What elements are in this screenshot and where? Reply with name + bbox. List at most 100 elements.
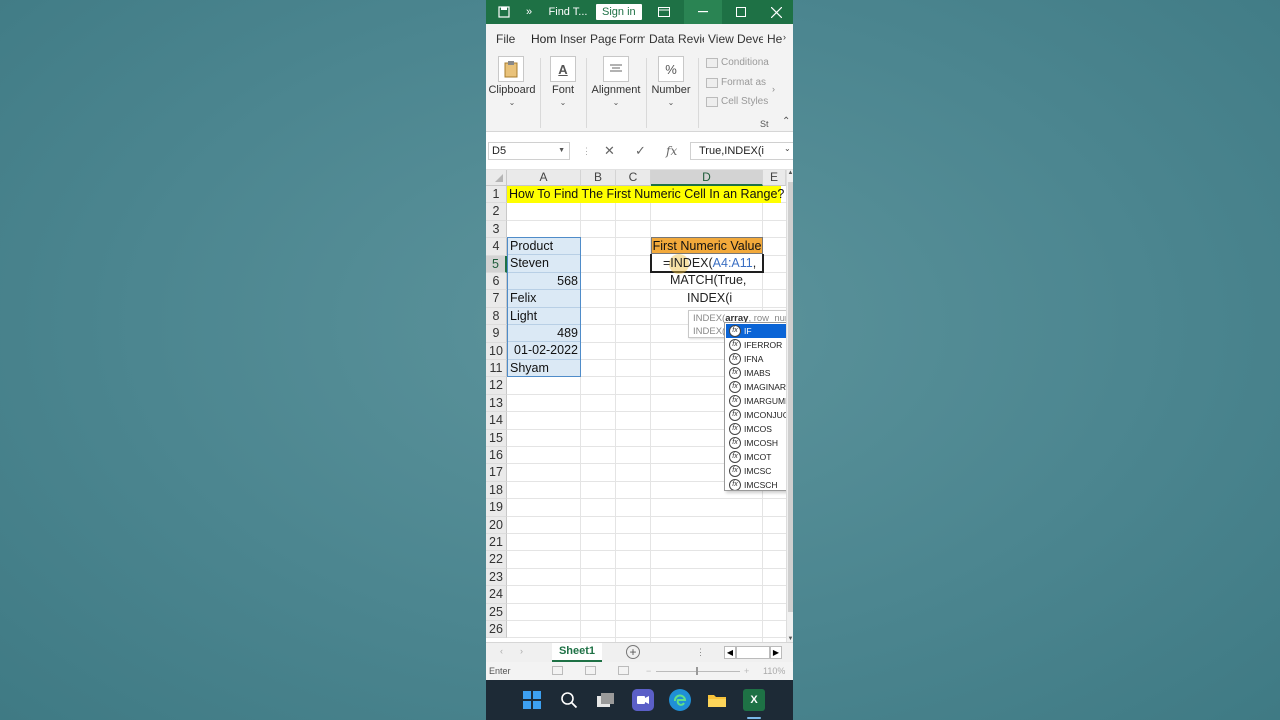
autocomplete-item[interactable]: fxIMCONJUGATE — [726, 408, 793, 422]
name-box[interactable]: D5 ▼ — [488, 142, 570, 160]
scroll-up-icon[interactable]: ▲ — [787, 170, 793, 176]
row-header[interactable]: 3 — [486, 220, 507, 239]
row-header[interactable]: 25 — [486, 603, 507, 621]
column-header-b[interactable]: B — [581, 170, 616, 186]
ribbon-scroll-right-icon[interactable]: › — [772, 84, 775, 94]
close-icon[interactable] — [760, 0, 793, 24]
vertical-scrollbar[interactable]: ▲ ▼ — [786, 170, 793, 642]
row-header[interactable]: 13 — [486, 394, 507, 413]
cell-a9[interactable]: 489 — [508, 325, 580, 343]
normal-view-icon[interactable] — [552, 666, 563, 675]
row-header[interactable]: 20 — [486, 516, 507, 534]
cell-d4[interactable]: First Numeric Value — [651, 237, 763, 255]
cell-a10[interactable]: 01-02-2022 — [508, 342, 580, 360]
page-layout-view-icon[interactable] — [585, 666, 596, 675]
worksheet-grid[interactable]: A B C D E 1 2 3 4 5 6 7 8 9 10 11 12 13 14 15 16 17 18 19 2… — [486, 170, 793, 642]
autocomplete-item[interactable]: fx IMCOS — [726, 422, 793, 436]
row-header[interactable]: 12 — [486, 377, 507, 395]
cell-a11[interactable]: Shyam — [508, 360, 580, 377]
sheet-tab-sheet1[interactable]: Sheet1 — [552, 643, 602, 662]
tab-file[interactable]: File — [496, 32, 520, 46]
cell-a4[interactable]: Product — [508, 238, 580, 256]
title-cell[interactable]: How To Find The First Numeric Cell In an… — [507, 186, 784, 204]
autocomplete-item[interactable]: fx IFNA — [726, 352, 793, 366]
minimize-icon[interactable] — [684, 0, 722, 24]
horizontal-scrollbar[interactable] — [736, 646, 770, 659]
alignment-group[interactable]: Alignment ⌄ — [588, 52, 644, 130]
next-sheet-icon[interactable]: › — [520, 646, 523, 656]
formula-input[interactable]: True,INDEX(i — [690, 142, 793, 160]
autocomplete-item[interactable]: fx IMCOT — [726, 450, 793, 464]
row-header[interactable]: 17 — [486, 464, 507, 482]
cell-styles-button[interactable]: Cell Styles — [706, 96, 768, 107]
scroll-left-icon[interactable]: ◀ — [724, 646, 736, 659]
edge-icon[interactable] — [669, 689, 691, 711]
column-header-c[interactable]: C — [616, 170, 651, 186]
clipboard-group[interactable]: Clipboard ⌄ — [486, 52, 538, 130]
enter-icon[interactable]: ✓ — [635, 142, 646, 160]
ribbon-display-icon[interactable] — [656, 0, 672, 24]
row-header[interactable]: 19 — [486, 499, 507, 517]
conditional-formatting-button[interactable]: Conditiona — [706, 57, 769, 68]
autocomplete-item[interactable]: fx IF — [726, 324, 793, 338]
number-group[interactable]: % Number ⌄ — [648, 52, 694, 130]
autocomplete-item[interactable]: fx IMCSC — [726, 464, 793, 478]
row-header[interactable]: 21 — [486, 534, 507, 552]
row-header[interactable]: 2 — [486, 203, 507, 221]
zoom-out-icon[interactable]: − — [646, 662, 651, 680]
file-explorer-icon[interactable] — [706, 689, 728, 711]
row-header[interactable]: 6 — [486, 273, 507, 291]
scrollbar-thumb[interactable] — [788, 182, 793, 612]
sign-in-button[interactable]: Sign in — [596, 4, 642, 20]
tab-review[interactable]: Revie — [678, 32, 704, 46]
cell-a6[interactable]: 568 — [508, 273, 580, 291]
tab-help[interactable]: He — [767, 32, 783, 46]
teams-icon[interactable] — [632, 689, 654, 711]
task-view-icon[interactable] — [595, 689, 617, 711]
autocomplete-item[interactable]: fx IMAGINARY — [726, 380, 793, 394]
zoom-slider[interactable] — [656, 671, 740, 672]
tab-view[interactable]: View — [708, 32, 734, 46]
excel-icon[interactable]: X — [743, 689, 765, 711]
tab-page-layout[interactable]: Page — [590, 32, 616, 46]
font-group[interactable]: A Font ⌄ — [542, 52, 584, 130]
row-header[interactable]: 24 — [486, 586, 507, 604]
search-icon[interactable] — [558, 689, 580, 711]
row-header[interactable]: 26 — [486, 621, 507, 639]
tab-scroll-right-icon[interactable]: › — [783, 32, 791, 42]
select-all-button[interactable] — [486, 170, 507, 186]
qat-more-button[interactable]: » — [522, 0, 536, 24]
collapse-ribbon-icon[interactable]: ⌃ — [782, 116, 790, 127]
cell-a8[interactable]: Light — [508, 308, 580, 325]
expand-formula-bar-icon[interactable]: ⌄ — [784, 144, 791, 153]
cell-a7[interactable]: Felix — [508, 290, 580, 308]
row-header[interactable]: 4 — [486, 238, 507, 256]
tab-home[interactable]: Hom — [531, 32, 557, 46]
cancel-icon[interactable]: ✕ — [604, 142, 615, 160]
row-header[interactable]: 8 — [486, 307, 507, 326]
row-header[interactable]: 18 — [486, 481, 507, 500]
row-header[interactable]: 9 — [486, 325, 507, 343]
column-header-e[interactable]: E — [763, 170, 786, 186]
autocomplete-item[interactable]: fx IMCOSH — [726, 436, 793, 450]
zoom-in-icon[interactable]: + — [744, 662, 749, 680]
zoom-level[interactable]: 110% — [763, 662, 785, 680]
row-header[interactable]: 5 — [486, 255, 507, 273]
autocomplete-item[interactable]: fx IFERROR — [726, 338, 793, 352]
row-header[interactable]: 7 — [486, 290, 507, 308]
row-header[interactable]: 16 — [486, 447, 507, 465]
start-icon[interactable] — [521, 689, 543, 711]
row-header[interactable]: 22 — [486, 551, 507, 569]
tab-data[interactable]: Data — [649, 32, 675, 46]
autocomplete-item[interactable]: fxIMARGUMENT — [726, 394, 793, 408]
autocomplete-item[interactable]: fx IMABS — [726, 366, 793, 380]
save-icon[interactable] — [496, 0, 512, 24]
add-sheet-icon[interactable]: + — [626, 645, 640, 659]
row-header[interactable]: 1 — [486, 186, 507, 204]
column-header-a[interactable]: A — [507, 170, 581, 186]
page-break-view-icon[interactable] — [618, 666, 629, 675]
column-header-d[interactable]: D — [651, 170, 763, 186]
scroll-right-icon[interactable]: ▶ — [770, 646, 782, 659]
cell-a5[interactable]: Steven — [508, 255, 580, 273]
tab-insert[interactable]: Inser — [560, 32, 586, 46]
